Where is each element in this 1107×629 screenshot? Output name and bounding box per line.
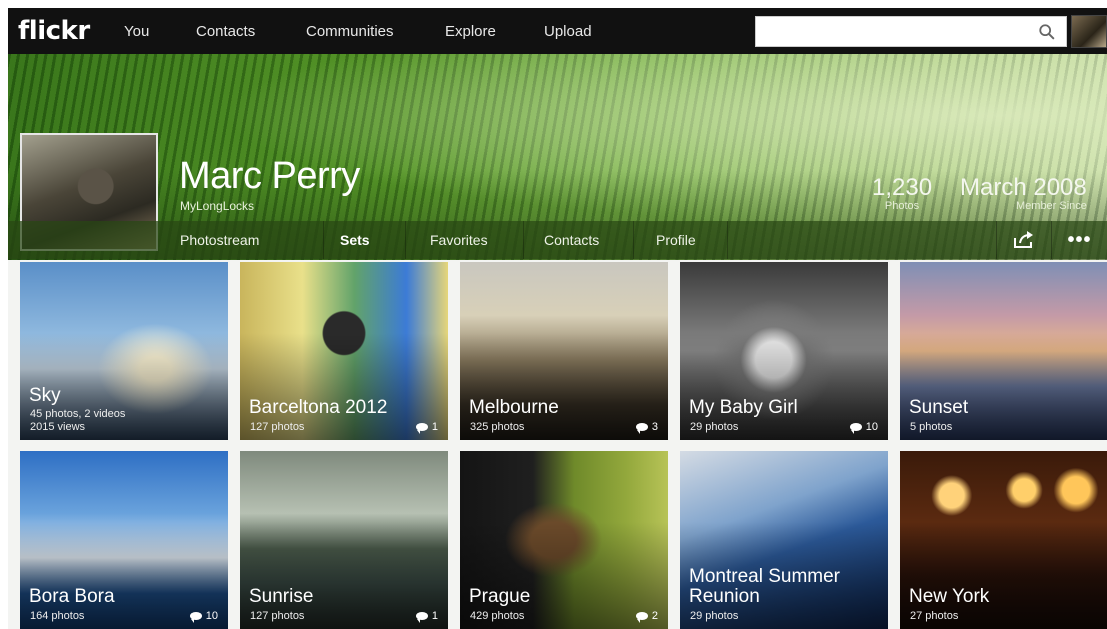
album-tile-my-baby-girl[interactable]: My Baby Girl 29 photos 10 <box>680 262 888 440</box>
album-title: Melbourne <box>469 397 559 418</box>
album-count: 45 photos, 2 videos <box>30 408 126 420</box>
album-count: 429 photos <box>470 610 525 622</box>
album-tile-sunset[interactable]: Sunset 5 photos <box>900 262 1107 440</box>
search-box <box>755 16 1067 47</box>
user-avatar[interactable] <box>1071 15 1107 48</box>
comment-count: 2 <box>635 610 658 623</box>
comment-count-value: 1 <box>431 610 438 622</box>
album-title: New York <box>909 586 990 607</box>
comment-count-value: 1 <box>431 421 438 433</box>
comment-count: 3 <box>635 421 658 434</box>
ellipsis-icon: ••• <box>1067 228 1092 251</box>
tab-photostream[interactable]: Photostream <box>166 221 324 259</box>
stat-member-since-value: March 2008 <box>960 174 1087 201</box>
share-button[interactable] <box>996 221 1050 259</box>
album-title: Bora Bora <box>29 586 115 607</box>
album-count: 127 photos <box>250 421 305 433</box>
nav-contacts[interactable]: Contacts <box>196 23 255 40</box>
album-title: Barceltona 2012 <box>249 397 388 418</box>
album-title: Prague <box>469 586 531 607</box>
album-count: 325 photos <box>470 421 525 433</box>
tab-favorites[interactable]: Favorites <box>406 221 524 259</box>
comment-icon <box>635 612 648 623</box>
tab-sets[interactable]: Sets <box>324 221 406 259</box>
stat-photos: 1,230 Photos <box>872 174 932 212</box>
album-tile-melbourne[interactable]: Melbourne 325 photos 3 <box>460 262 668 440</box>
album-title: Sunset <box>909 397 969 418</box>
album-views: 2015 views <box>30 421 86 433</box>
comment-count: 1 <box>415 610 438 623</box>
nav-explore[interactable]: Explore <box>445 23 496 40</box>
comment-count: 10 <box>189 610 218 623</box>
tab-contacts[interactable]: Contacts <box>524 221 634 259</box>
stat-photos-value: 1,230 <box>872 174 933 201</box>
comment-icon <box>415 612 428 623</box>
album-count: 127 photos <box>250 610 305 622</box>
album-tile-barcelona[interactable]: Barceltona 2012 127 photos 1 <box>240 262 448 440</box>
comment-count-value: 10 <box>865 421 878 433</box>
album-tile-bora-bora[interactable]: Bora Bora 164 photos 10 <box>20 451 228 629</box>
comment-icon <box>189 612 202 623</box>
stat-member-since: March 2008 Member Since <box>960 174 1107 212</box>
nav-you[interactable]: You <box>124 23 149 40</box>
profile-name: Marc Perry <box>179 155 360 197</box>
comment-count-value: 3 <box>651 421 658 433</box>
nav-upload[interactable]: Upload <box>544 23 592 40</box>
profile-tabs: Photostream Sets Favorites Contacts Prof… <box>8 221 1107 259</box>
album-title: Montreal Summer Reunion <box>689 566 840 607</box>
album-tile-montreal-summer-reunion[interactable]: Montreal Summer Reunion 29 photos <box>680 451 888 629</box>
album-tile-sunrise[interactable]: Sunrise 127 photos 1 <box>240 451 448 629</box>
album-count: 164 photos <box>30 610 85 622</box>
album-title: Sky <box>29 385 61 406</box>
more-options-button[interactable]: ••• <box>1051 221 1107 259</box>
album-count: 5 photos <box>910 421 953 433</box>
share-icon <box>1013 231 1033 248</box>
comment-count: 10 <box>849 421 878 434</box>
comment-icon <box>849 423 862 434</box>
search-icon[interactable] <box>1038 23 1056 41</box>
album-title: My Baby Girl <box>689 397 798 418</box>
comment-count: 1 <box>415 421 438 434</box>
album-tile-new-york[interactable]: New York 27 photos <box>900 451 1107 629</box>
tab-profile[interactable]: Profile <box>634 221 728 259</box>
search-input[interactable] <box>756 17 1026 46</box>
album-count: 27 photos <box>910 610 959 622</box>
comment-count-value: 10 <box>205 610 218 622</box>
album-title: Sunrise <box>249 586 314 607</box>
nav-communities[interactable]: Communities <box>306 23 394 40</box>
flickr-logo[interactable]: flickr <box>18 16 114 46</box>
comment-count-value: 2 <box>651 610 658 622</box>
profile-username: MyLongLocks <box>180 199 255 213</box>
flickr-window: flickr You Contacts Communities Explore … <box>8 8 1107 629</box>
album-tile-prague[interactable]: Prague 429 photos 2 <box>460 451 668 629</box>
album-count: 29 photos <box>690 421 739 433</box>
top-navigation: flickr You Contacts Communities Explore … <box>8 8 1107 54</box>
album-count: 29 photos <box>690 610 739 622</box>
comment-icon <box>415 423 428 434</box>
comment-icon <box>635 423 648 434</box>
album-tile-sky[interactable]: Sky 45 photos, 2 videos 2015 views <box>20 262 228 440</box>
